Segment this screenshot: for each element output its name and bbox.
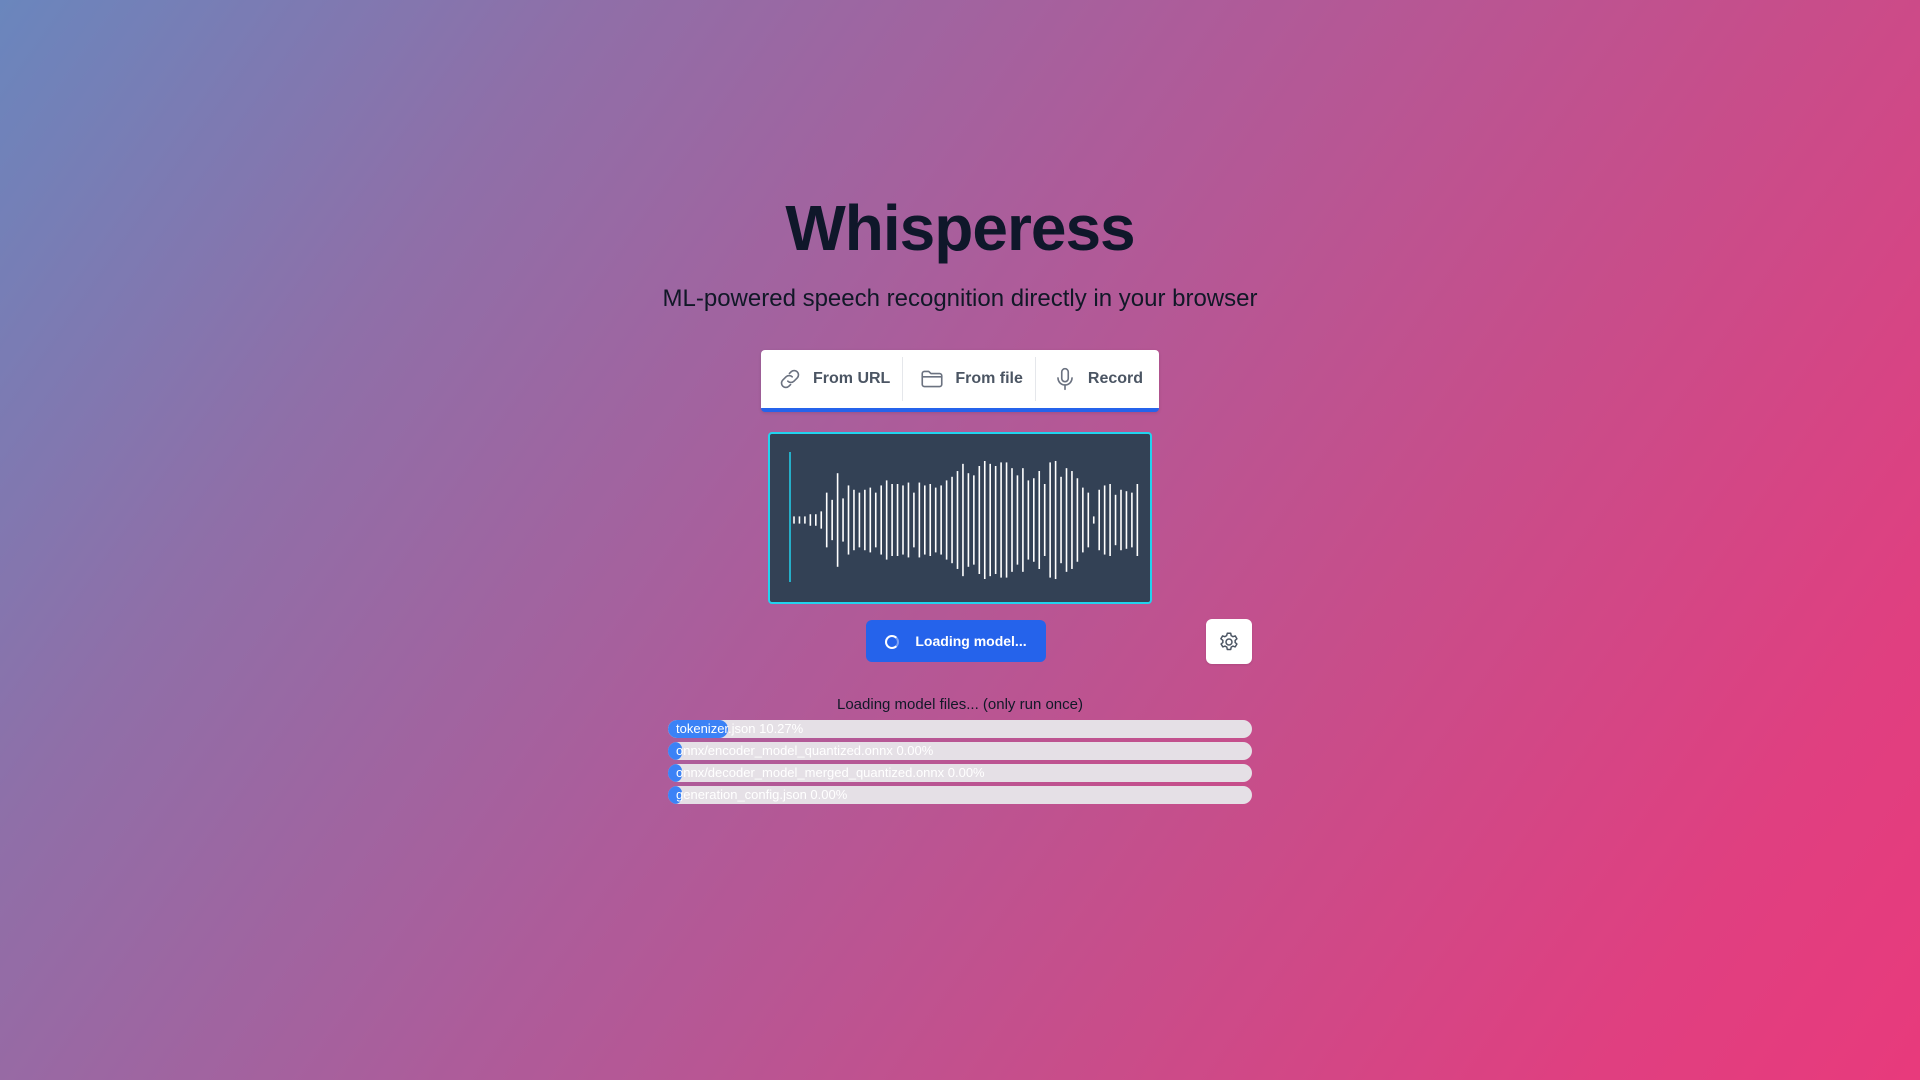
settings-button[interactable] — [1206, 619, 1252, 664]
audio-source-bar: From URL From file Record — [761, 350, 1159, 412]
progress-item: onnx/encoder_model_quantized.onnx 0.00% — [668, 742, 1252, 760]
spinner-icon — [885, 635, 900, 649]
app-subtitle: ML-powered speech recognition directly i… — [662, 285, 1258, 312]
progress-item: generation_config.json 0.00% — [668, 786, 1252, 804]
link-icon — [780, 369, 800, 389]
from-file-label: From file — [955, 370, 1023, 387]
progress-label: onnx/decoder_model_merged_quantized.onnx… — [676, 765, 985, 780]
progress-label: onnx/encoder_model_quantized.onnx 0.00% — [676, 743, 934, 758]
progress-label: generation_config.json 0.00% — [676, 787, 848, 802]
from-url-button[interactable]: From URL — [761, 357, 902, 401]
app-title: Whisperess — [785, 192, 1135, 264]
progress-label: tokenizer.json 10.27% — [676, 721, 804, 736]
progress-item: onnx/decoder_model_merged_quantized.onnx… — [668, 764, 1252, 782]
waveform-graphic — [789, 452, 1139, 582]
progress-list: tokenizer.json 10.27% onnx/encoder_model… — [668, 720, 1252, 808]
record-button[interactable]: Record — [1036, 357, 1155, 401]
folder-icon — [921, 370, 943, 388]
audio-waveform[interactable] — [768, 432, 1152, 604]
from-file-button[interactable]: From file — [903, 357, 1035, 401]
loading-model-button[interactable]: Loading model... — [866, 620, 1046, 662]
microphone-icon — [1057, 367, 1073, 391]
gear-icon — [1220, 632, 1238, 650]
from-url-label: From URL — [813, 370, 891, 387]
progress-heading: Loading model files... (only run once) — [837, 696, 1083, 713]
progress-item: tokenizer.json 10.27% — [668, 720, 1252, 738]
loading-model-label: Loading model... — [915, 633, 1027, 649]
record-label: Record — [1087, 370, 1144, 387]
